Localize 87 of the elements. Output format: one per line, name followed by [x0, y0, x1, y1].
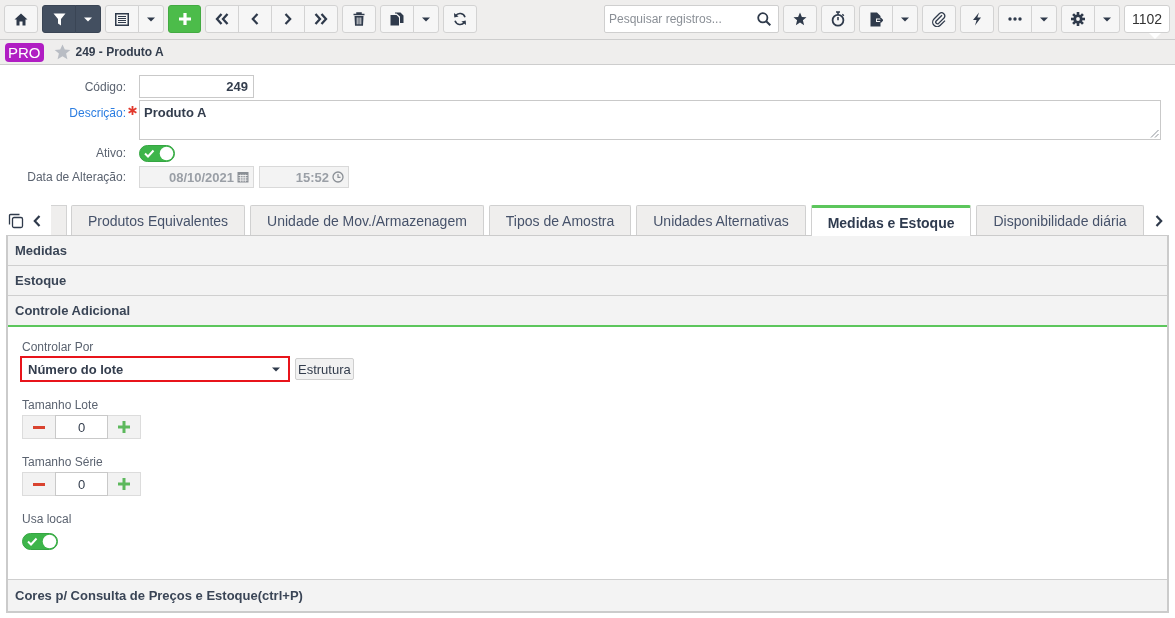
settings-icon: [1071, 12, 1085, 26]
delete-button[interactable]: [342, 5, 376, 33]
code-field[interactable]: 249: [139, 75, 254, 98]
double-chevron-right-icon: [314, 13, 328, 25]
structure-button[interactable]: Estrutura: [295, 358, 354, 380]
decrement-button[interactable]: [22, 472, 56, 496]
settings-button[interactable]: [1061, 5, 1095, 33]
field-label: Descrição:: [68, 105, 126, 120]
filter-icon: [52, 12, 66, 26]
export-button[interactable]: [859, 5, 893, 33]
tab[interactable]: Medidas e Estoque: [810, 205, 972, 236]
tab[interactable]: Tipos de Amostra: [488, 205, 632, 235]
copy-button[interactable]: [380, 5, 414, 33]
stopwatch-icon: [831, 11, 845, 27]
description-field[interactable]: Produto A: [139, 100, 1161, 140]
next-record-button[interactable]: [271, 5, 305, 33]
previous-record-button[interactable]: [238, 5, 272, 33]
field-label: Código:: [83, 79, 126, 94]
refresh-icon: [453, 12, 467, 26]
record-count: 1102: [1124, 5, 1170, 39]
last-record-button[interactable]: [304, 5, 338, 33]
favorite-button[interactable]: [783, 5, 817, 33]
more-button[interactable]: [998, 5, 1032, 33]
section-header[interactable]: Controle Adicional: [8, 296, 1167, 327]
attach-button[interactable]: [922, 5, 956, 33]
timer-button[interactable]: [821, 5, 855, 33]
plus-icon: [118, 421, 130, 433]
caret-icon: [901, 16, 909, 22]
tab[interactable]: Produtos Equivalentes: [71, 205, 246, 235]
chevron-left-icon[interactable]: [33, 215, 41, 227]
caret-icon: [84, 16, 92, 22]
caret-icon: [147, 16, 155, 22]
field-label: Controlar Por: [22, 340, 94, 354]
field-label: Ativo:: [95, 146, 126, 160]
calendar-icon: [237, 171, 249, 183]
search-icon[interactable]: [757, 12, 771, 26]
chevron-left-icon: [251, 13, 259, 25]
chevron-right-icon: [284, 13, 292, 25]
section-header[interactable]: Medidas: [8, 236, 1167, 266]
number-field[interactable]: 0: [55, 472, 108, 496]
chevron-right-icon[interactable]: [1155, 215, 1163, 227]
search-field[interactable]: Pesquisar registros...: [604, 5, 779, 33]
copy-icon[interactable]: [8, 213, 24, 229]
document-arrow-icon: [869, 11, 883, 27]
minus-icon: [33, 425, 45, 429]
field-label: Tamanho Lote: [22, 398, 99, 412]
trash-icon: [353, 12, 365, 26]
filter-button[interactable]: [42, 5, 76, 33]
ellipsis-icon: [1008, 17, 1022, 21]
minus-icon: [33, 482, 45, 486]
tab[interactable]: Unidades Alternativas: [636, 205, 806, 235]
refresh-button[interactable]: [443, 5, 477, 33]
caret-icon: [422, 16, 430, 22]
resize-grip-icon: [1150, 129, 1159, 138]
paperclip-icon: [931, 11, 947, 27]
field-label: Usa local: [22, 512, 72, 526]
toggle-switch[interactable]: [22, 533, 58, 550]
record-title: 249 - Produto A: [75, 45, 164, 59]
documents-icon: [390, 12, 404, 26]
star-icon[interactable]: [53, 44, 71, 60]
decrement-button[interactable]: [22, 415, 56, 439]
tab[interactable]: Disponibilidade diária: [976, 205, 1144, 235]
tab[interactable]: Unidade de Mov./Armazenagem: [250, 205, 484, 235]
action-button[interactable]: [960, 5, 994, 33]
table-view-button[interactable]: [105, 5, 139, 33]
module-badge: PRO: [5, 42, 44, 62]
plus-icon: [118, 478, 130, 490]
home-icon: [14, 12, 28, 26]
first-record-button[interactable]: [205, 5, 239, 33]
caret-icon: [1103, 16, 1111, 22]
caret-icon: [272, 366, 280, 372]
dropdown-button[interactable]: [75, 5, 101, 33]
lightning-icon: [972, 12, 982, 26]
table-icon: [115, 12, 129, 26]
field-label: Data de Alteração:: [26, 170, 126, 184]
field-label: Tamanho Série: [22, 455, 103, 469]
clock-icon: [332, 171, 344, 183]
select-field[interactable]: Número do lote: [20, 356, 290, 382]
home-button[interactable]: [4, 5, 38, 33]
section-header[interactable]: Cores p/ Consulta de Preços e Estoque(ctrl+P): [8, 580, 1167, 611]
section-header[interactable]: Estoque: [8, 266, 1167, 296]
double-chevron-left-icon: [215, 13, 229, 25]
toggle-switch[interactable]: [139, 144, 175, 162]
star-icon: [793, 12, 807, 26]
caret-icon: [1040, 16, 1048, 22]
number-field[interactable]: 0: [55, 415, 108, 439]
plus-icon: [177, 12, 192, 26]
